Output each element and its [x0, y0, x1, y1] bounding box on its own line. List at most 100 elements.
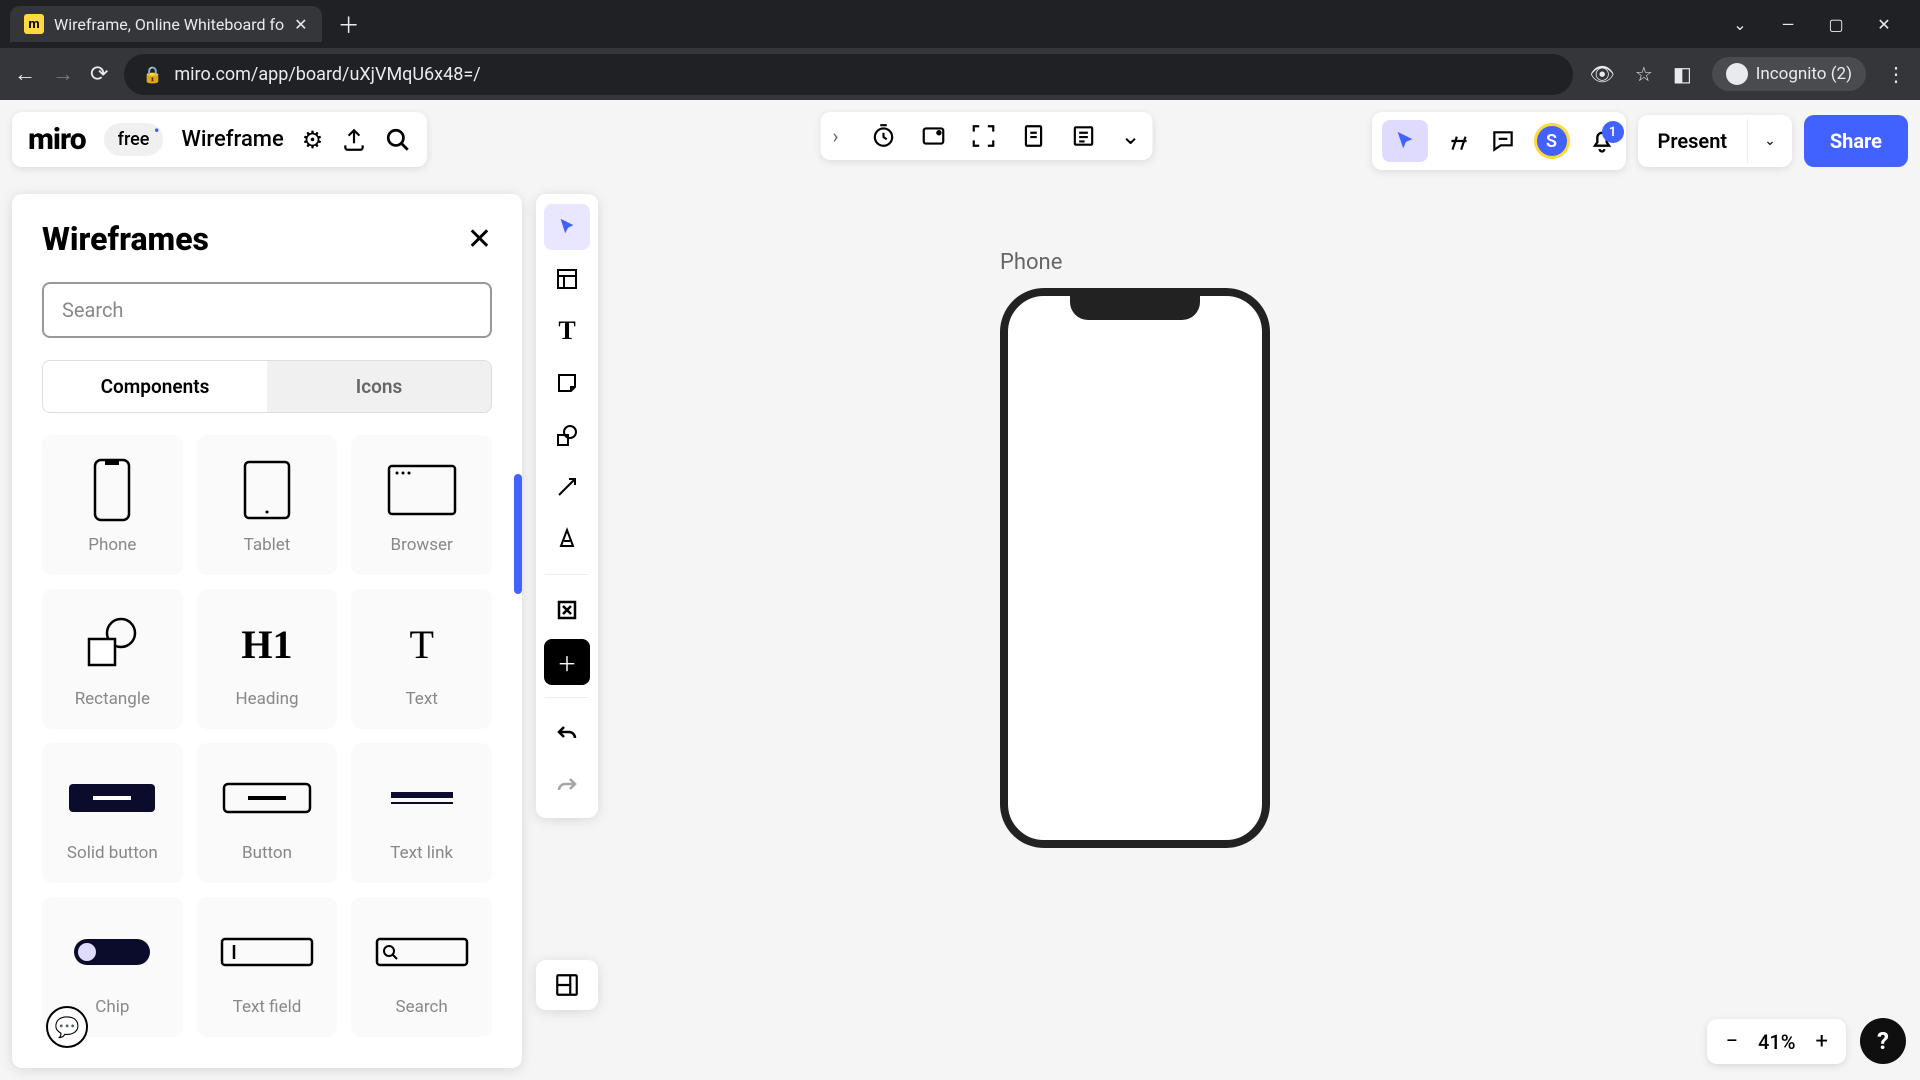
note-icon[interactable]	[1021, 123, 1047, 149]
component-browser[interactable]: Browser	[351, 435, 492, 575]
templates-tool[interactable]	[544, 256, 590, 302]
top-toolbar: › ⌄	[821, 112, 1153, 160]
fullscreen-icon[interactable]	[971, 123, 997, 149]
component-search[interactable]: Search	[351, 897, 492, 1037]
lock-icon: 🔒	[142, 65, 162, 84]
canvas-phone-label[interactable]: Phone	[1000, 250, 1062, 275]
forward-button[interactable]: →	[52, 61, 74, 87]
avatar[interactable]: S	[1534, 123, 1570, 159]
component-heading[interactable]: H1 Heading	[197, 589, 338, 729]
incognito-icon	[1726, 63, 1748, 85]
tab-title: Wireframe, Online Whiteboard fo	[54, 15, 284, 34]
component-solid-button[interactable]: Solid button	[42, 743, 183, 883]
arrow-tool[interactable]	[544, 464, 590, 510]
search-input[interactable]: Search	[42, 282, 492, 338]
chip-icon	[72, 917, 152, 987]
close-panel-icon[interactable]: ✕	[467, 222, 492, 257]
top-right-controls: S 1 Present ⌄ Share	[1372, 112, 1908, 170]
panel-title: Wireframes	[42, 220, 209, 258]
url-text: miro.com/app/board/uXjVMqU6x48=/	[174, 64, 480, 85]
incognito-chip[interactable]: Incognito (2)	[1712, 57, 1866, 91]
wireframes-panel: Wireframes ✕ Search Components Icons Pho…	[12, 194, 522, 1068]
sticky-note-tool[interactable]	[544, 360, 590, 406]
card-icon[interactable]	[1071, 123, 1097, 149]
search-field-icon	[375, 917, 469, 987]
board-name[interactable]: Wireframe	[181, 127, 283, 152]
settings-icon[interactable]: ⚙	[302, 126, 324, 154]
component-button[interactable]: Button	[197, 743, 338, 883]
tablet-icon	[243, 455, 291, 525]
component-text-field[interactable]: Text field	[197, 897, 338, 1037]
plan-chip[interactable]: free	[104, 123, 164, 156]
tab-bar: m Wireframe, Online Whiteboard fo ✕ ＋ ⌄ …	[0, 0, 1920, 48]
frame-tool[interactable]	[544, 587, 590, 633]
new-tab-button[interactable]: ＋	[322, 8, 376, 40]
search-icon[interactable]	[385, 127, 411, 153]
heading-icon: H1	[241, 609, 292, 679]
tab-icons[interactable]: Icons	[267, 360, 492, 413]
layers-button[interactable]	[536, 960, 598, 1010]
undo-button[interactable]	[544, 710, 590, 756]
rectangle-icon	[83, 609, 141, 679]
miro-logo[interactable]: miro	[28, 122, 86, 157]
present-dropdown-icon[interactable]: ⌄	[1747, 119, 1792, 163]
cursor-tool-icon[interactable]	[1382, 120, 1428, 162]
add-tool[interactable]: ＋	[544, 639, 590, 685]
minimize-icon[interactable]: ―	[1778, 15, 1798, 34]
kebab-menu-icon[interactable]: ⋮	[1886, 62, 1906, 86]
phone-notch	[1070, 294, 1200, 320]
timer-icon[interactable]	[871, 123, 897, 149]
text-tool[interactable]: T	[544, 308, 590, 354]
button-icon	[222, 763, 312, 833]
comment-icon[interactable]	[1490, 128, 1516, 154]
text-field-icon	[220, 917, 314, 987]
maximize-icon[interactable]: ▢	[1826, 15, 1846, 34]
component-text-link[interactable]: Text link	[351, 743, 492, 883]
shape-tool[interactable]	[544, 412, 590, 458]
pen-tool[interactable]	[544, 516, 590, 562]
notification-badge: 1	[1602, 121, 1624, 143]
notifications-icon[interactable]: 1	[1588, 127, 1616, 155]
export-icon[interactable]	[341, 127, 367, 153]
panel-scrollbar[interactable]	[514, 474, 522, 594]
browser-chrome: m Wireframe, Online Whiteboard fo ✕ ＋ ⌄ …	[0, 0, 1920, 100]
tab-close-icon[interactable]: ✕	[294, 15, 307, 34]
zoom-in-button[interactable]: +	[1816, 1029, 1828, 1054]
chat-help-icon[interactable]: 💬	[46, 1006, 88, 1048]
present-button[interactable]: Present ⌄	[1638, 115, 1792, 167]
component-phone[interactable]: Phone	[42, 435, 183, 575]
zoom-level[interactable]: 41%	[1758, 1030, 1795, 1054]
reactions-icon[interactable]	[1446, 128, 1472, 154]
component-tablet[interactable]: Tablet	[197, 435, 338, 575]
url-field[interactable]: 🔒 miro.com/app/board/uXjVMqU6x48=/	[124, 54, 1573, 95]
text-link-icon	[387, 763, 457, 833]
more-tools-icon[interactable]: ⌄	[1121, 122, 1141, 150]
browser-tab[interactable]: m Wireframe, Online Whiteboard fo ✕	[10, 6, 322, 42]
canvas-phone-frame[interactable]	[1000, 288, 1270, 848]
select-tool[interactable]	[544, 204, 590, 250]
component-grid: Phone Tablet Browser Rectangle H1 Headin…	[42, 435, 492, 1037]
share-button[interactable]: Share	[1804, 115, 1908, 167]
component-rectangle[interactable]: Rectangle	[42, 589, 183, 729]
side-toolbar: T ＋	[536, 194, 598, 818]
reload-button[interactable]: ⟳	[90, 62, 108, 87]
solid-button-icon	[67, 763, 157, 833]
app-surface: miro free Wireframe ⚙ › ⌄ S 1	[0, 100, 1920, 1080]
phone-icon	[93, 455, 131, 525]
zoom-out-button[interactable]: −	[1725, 1029, 1738, 1054]
chevron-down-icon[interactable]: ⌄	[1730, 15, 1750, 34]
hide-frame-icon[interactable]	[921, 123, 947, 149]
expand-toolbar-icon[interactable]: ›	[833, 124, 847, 148]
eye-off-icon[interactable]: 👁	[1589, 62, 1614, 86]
browser-icon	[387, 455, 457, 525]
help-button[interactable]: ?	[1860, 1018, 1906, 1064]
zoom-controls: − 41% +	[1707, 1019, 1846, 1064]
tab-components[interactable]: Components	[42, 360, 267, 413]
bookmark-icon[interactable]: ☆	[1635, 62, 1653, 86]
back-button[interactable]: ←	[14, 61, 36, 87]
panel-icon[interactable]: ◧	[1673, 62, 1692, 86]
redo-button[interactable]	[544, 762, 590, 808]
favicon: m	[24, 14, 44, 34]
close-window-icon[interactable]: ✕	[1874, 15, 1894, 34]
component-text[interactable]: T Text	[351, 589, 492, 729]
